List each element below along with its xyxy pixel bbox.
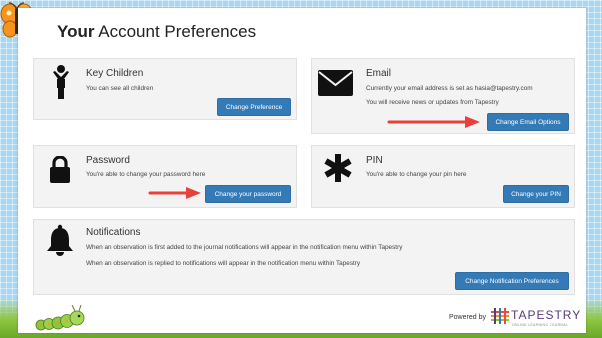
change-password-button[interactable]: Change your password xyxy=(205,185,291,203)
notifications-first-added-text: When an observation is first added to th… xyxy=(86,244,403,251)
caterpillar-icon xyxy=(35,304,85,331)
change-notification-preferences-button[interactable]: Change Notification Preferences xyxy=(455,272,569,290)
email-address-text: Currently your email address is set as h… xyxy=(366,85,533,92)
page-title: Your Account Preferences xyxy=(57,22,256,42)
tapestry-brand: TAPESTRY xyxy=(511,308,582,322)
notifications-replied-text: When an observation is replied to notifi… xyxy=(86,260,361,267)
password-title: Password xyxy=(86,155,130,166)
page-title-bold: Your xyxy=(57,22,95,41)
email-news-text: You will receive news or updates from Ta… xyxy=(366,99,499,106)
envelope-icon xyxy=(318,70,353,96)
tapestry-logo-icon xyxy=(491,308,509,324)
tapestry-brand-subtitle: ONLINE LEARNING JOURNAL xyxy=(512,323,569,327)
change-preference-button[interactable]: Change Preference xyxy=(217,98,291,116)
pin-title: PIN xyxy=(366,155,383,166)
key-children-text: You can see all children xyxy=(86,85,154,92)
asterisk-icon xyxy=(324,154,352,182)
lock-icon xyxy=(50,156,70,183)
change-pin-button[interactable]: Change your PIN xyxy=(503,185,569,203)
notifications-title: Notifications xyxy=(86,227,141,238)
arrow-to-email-button-icon xyxy=(387,116,480,128)
change-email-options-button[interactable]: Change Email Options xyxy=(487,113,569,131)
password-text: You're able to change your password here xyxy=(86,171,206,178)
powered-by-label: Powered by xyxy=(449,314,486,321)
arrow-to-password-button-icon xyxy=(148,187,201,199)
bell-icon xyxy=(47,224,73,256)
person-icon xyxy=(53,65,69,99)
email-title: Email xyxy=(366,68,392,79)
page-title-rest: Account Preferences xyxy=(98,22,257,41)
pin-text: You're able to change your pin here xyxy=(366,171,467,178)
key-children-title: Key Children xyxy=(86,68,144,79)
